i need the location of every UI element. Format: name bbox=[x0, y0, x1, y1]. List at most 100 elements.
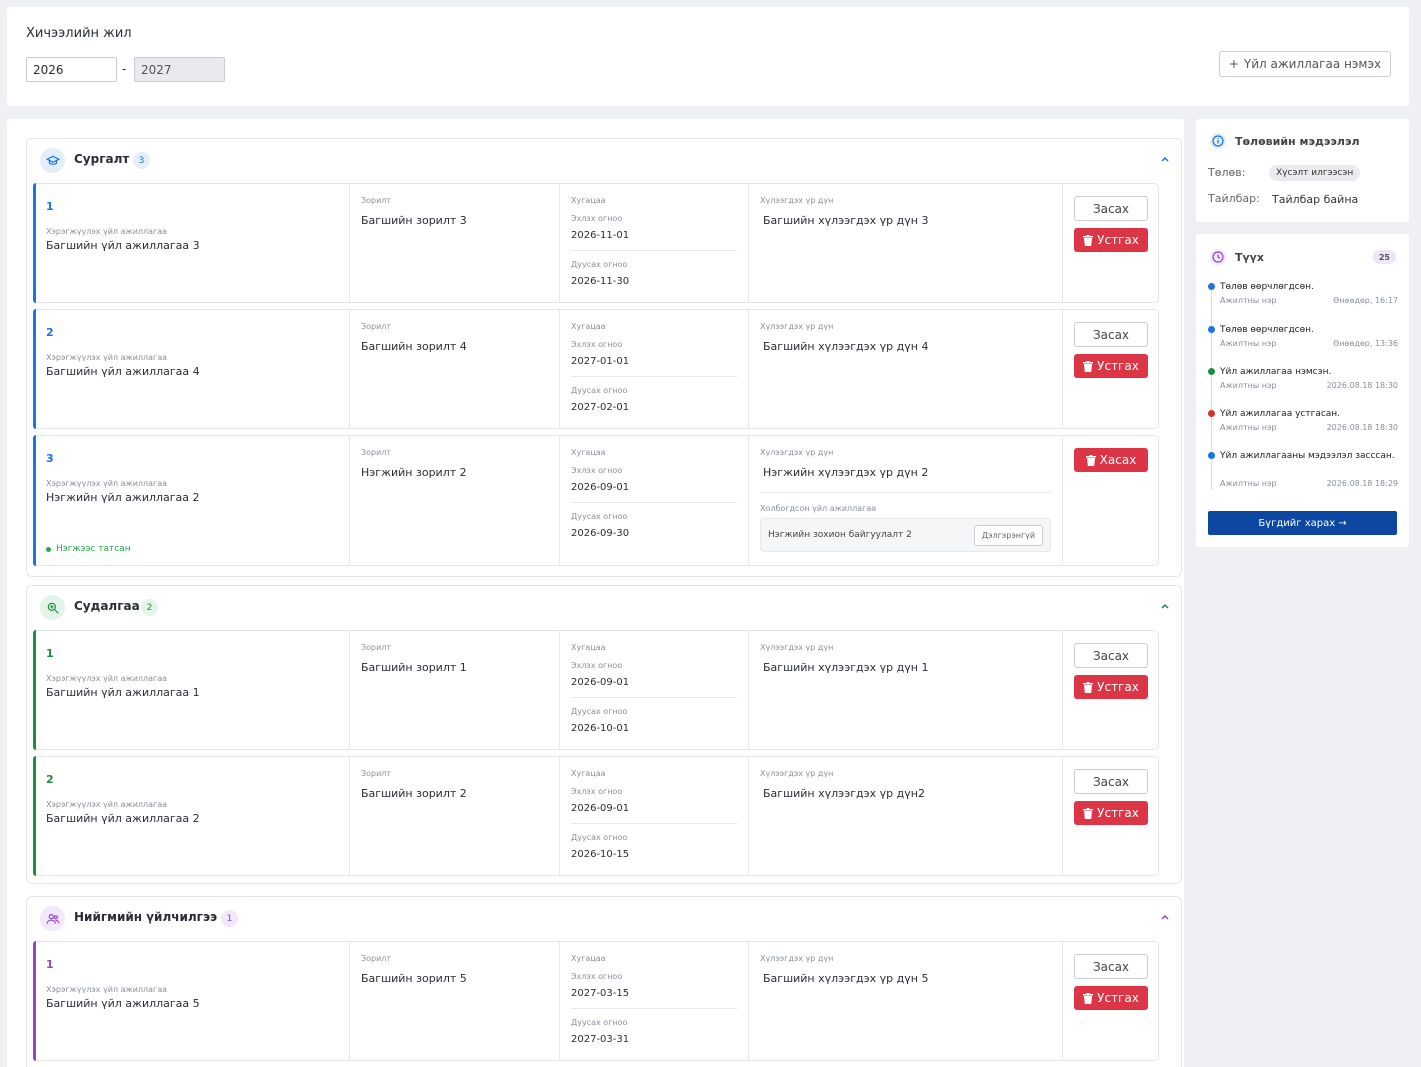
status-title: Төлөвийн мэдээлэл bbox=[1235, 135, 1360, 148]
duration-label: Хугацаа bbox=[571, 448, 606, 457]
trash-icon bbox=[1083, 807, 1094, 819]
edit-button[interactable]: Засах bbox=[1074, 196, 1148, 221]
history-user: Ажилтны нэр bbox=[1220, 381, 1277, 390]
trash-icon bbox=[1083, 681, 1094, 693]
result-value: Нэгжийн хүлээгдэх үр дүн 2 bbox=[763, 466, 929, 479]
goal-value: Нэгжийн зорилт 2 bbox=[361, 466, 467, 479]
history-count-badge: 25 bbox=[1372, 250, 1396, 264]
history-text: Үйл ажиллагаа нэмсэн. bbox=[1220, 367, 1332, 377]
end-date-label: Дуусах огноо bbox=[571, 512, 628, 521]
timeline-dot-icon bbox=[1208, 410, 1215, 417]
delete-button[interactable]: Устгах bbox=[1074, 986, 1148, 1010]
details-button[interactable]: Дэлгэрэнгүй bbox=[974, 525, 1043, 546]
section-header[interactable]: Судалгаа 2 bbox=[27, 586, 1181, 628]
year-card: Хичээлийн жил - + Үйл ажиллагаа нэмэх bbox=[7, 7, 1409, 106]
edit-button[interactable]: Засах bbox=[1074, 643, 1148, 668]
delete-button[interactable]: Устгах bbox=[1074, 354, 1148, 378]
end-date-value: 2026-10-15 bbox=[571, 849, 630, 860]
section-title: Сургалт bbox=[74, 152, 130, 166]
history-user: Ажилтны нэр bbox=[1220, 296, 1277, 305]
info-icon bbox=[1210, 133, 1226, 149]
graduation-cap-icon bbox=[40, 148, 65, 173]
status-card: Төлөвийн мэдээлэл Төлөв: Хүсэлт илгээсэн… bbox=[1196, 119, 1409, 222]
goal-label: Зорилт bbox=[361, 643, 392, 652]
start-date-value: 2026-09-01 bbox=[571, 803, 630, 814]
clock-icon bbox=[1210, 249, 1226, 265]
status-label: Төлөв: bbox=[1208, 166, 1246, 179]
delete-button[interactable]: Устгах bbox=[1074, 675, 1148, 699]
result-label: Хүлээгдэх үр дүн bbox=[760, 196, 834, 205]
activity-label: Хэрэгжүүлэх үйл ажиллагаа bbox=[46, 985, 168, 994]
history-text: Үйл ажиллагаа устгасан. bbox=[1220, 409, 1341, 419]
remove-button[interactable]: Хасах bbox=[1074, 448, 1148, 472]
chevron-up-icon[interactable] bbox=[1159, 153, 1171, 165]
section-title: Нийгмийн үйлчилгээ bbox=[74, 910, 218, 924]
section-count-badge: 1 bbox=[221, 910, 238, 927]
edit-button[interactable]: Засах bbox=[1074, 954, 1148, 979]
history-user: Ажилтны нэр bbox=[1220, 339, 1277, 348]
timeline-dot-icon bbox=[1208, 452, 1215, 459]
year-label: Хичээлийн жил bbox=[26, 26, 132, 41]
end-date-value: 2026-10-01 bbox=[571, 723, 630, 734]
duration-label: Хугацаа bbox=[571, 769, 606, 778]
goal-value: Багшийн зорилт 4 bbox=[361, 340, 467, 353]
result-value: Багшийн хүлээгдэх үр дүн 4 bbox=[763, 340, 929, 353]
goal-label: Зорилт bbox=[361, 196, 392, 205]
year-separator: - bbox=[122, 62, 127, 76]
linked-activity-label: Холбогдсон үйл ажиллагаа bbox=[760, 504, 877, 513]
end-date-label: Дуусах огноо bbox=[571, 386, 628, 395]
activity-value: Багшийн үйл ажиллагаа 1 bbox=[46, 686, 200, 699]
revoked-status: Нэгжээс татсан bbox=[46, 544, 131, 554]
history-user: Ажилтны нэр bbox=[1220, 479, 1277, 488]
section-count-badge: 3 bbox=[133, 152, 150, 169]
delete-button[interactable]: Устгах bbox=[1074, 228, 1148, 252]
section-training: Сургалт 3 1 Хэрэгжүүлэх үйл ажиллагаа Ба… bbox=[26, 138, 1182, 577]
history-user: Ажилтны нэр bbox=[1220, 423, 1277, 432]
edit-button[interactable]: Засах bbox=[1074, 322, 1148, 347]
activity-value: Багшийн үйл ажиллагаа 5 bbox=[46, 997, 200, 1010]
edit-button[interactable]: Засах bbox=[1074, 769, 1148, 794]
duration-label: Хугацаа bbox=[571, 954, 606, 963]
result-value: Багшийн хүлээгдэх үр дүн 5 bbox=[763, 972, 929, 985]
end-date-label: Дуусах огноо bbox=[571, 707, 628, 716]
delete-button[interactable]: Устгах bbox=[1074, 801, 1148, 825]
end-date-value: 2026-09-30 bbox=[571, 528, 630, 539]
delete-label: Устгах bbox=[1097, 806, 1139, 820]
activity-row: 3 Хэрэгжүүлэх үйл ажиллагаа Нэгжийн үйл … bbox=[33, 435, 1159, 566]
status-badge: Хүсэлт илгээсэн bbox=[1269, 165, 1361, 181]
delete-label: Устгах bbox=[1097, 359, 1139, 373]
end-date-value: 2026-11-30 bbox=[571, 276, 630, 287]
add-activity-button[interactable]: + Үйл ажиллагаа нэмэх bbox=[1219, 51, 1391, 77]
description-value: Тайлбар байна bbox=[1272, 193, 1359, 206]
goal-label: Зорилт bbox=[361, 769, 392, 778]
start-date-value: 2027-01-01 bbox=[571, 356, 630, 367]
section-title: Судалгаа bbox=[74, 599, 140, 613]
delete-label: Устгах bbox=[1097, 233, 1139, 247]
section-header[interactable]: Сургалт 3 bbox=[27, 139, 1181, 181]
view-all-button[interactable]: Бүгдийг харах → bbox=[1208, 511, 1397, 535]
duration-label: Хугацаа bbox=[571, 322, 606, 331]
history-card: Түүх 25 Төлөв өөрчлөгдсөн. Ажилтны нэр Өнө… bbox=[1196, 234, 1409, 547]
row-number: 1 bbox=[46, 647, 54, 660]
result-label: Хүлээгдэх үр дүн bbox=[760, 322, 834, 331]
trash-icon bbox=[1083, 992, 1094, 1004]
history-time: 2026.08.18 18:30 bbox=[1326, 423, 1398, 432]
chevron-up-icon[interactable] bbox=[1159, 600, 1171, 612]
end-date-value: 2027-03-31 bbox=[571, 1034, 630, 1045]
start-date-label: Эхлэх огноо bbox=[571, 661, 623, 670]
section-social-service: Нийгмийн үйлчилгээ 1 1 Хэрэгжүүлэх үйл а… bbox=[26, 896, 1182, 1067]
section-research: Судалгаа 2 1 Хэрэгжүүлэх үйл ажиллагаа Б… bbox=[26, 585, 1182, 884]
section-header[interactable]: Нийгмийн үйлчилгээ 1 bbox=[27, 897, 1181, 939]
goal-value: Багшийн зорилт 3 bbox=[361, 214, 467, 227]
activity-value: Багшийн үйл ажиллагаа 2 bbox=[46, 812, 200, 825]
activity-label: Хэрэгжүүлэх үйл ажиллагаа bbox=[46, 674, 168, 683]
row-number: 3 bbox=[46, 452, 54, 465]
year-start-input[interactable] bbox=[26, 57, 117, 82]
users-icon bbox=[40, 906, 65, 931]
timeline-dot-icon bbox=[1208, 283, 1215, 290]
year-end-input bbox=[134, 57, 225, 82]
start-date-label: Эхлэх огноо bbox=[571, 972, 623, 981]
chevron-up-icon[interactable] bbox=[1159, 911, 1171, 923]
start-date-label: Эхлэх огноо bbox=[571, 340, 623, 349]
activity-value: Багшийн үйл ажиллагаа 4 bbox=[46, 365, 200, 378]
